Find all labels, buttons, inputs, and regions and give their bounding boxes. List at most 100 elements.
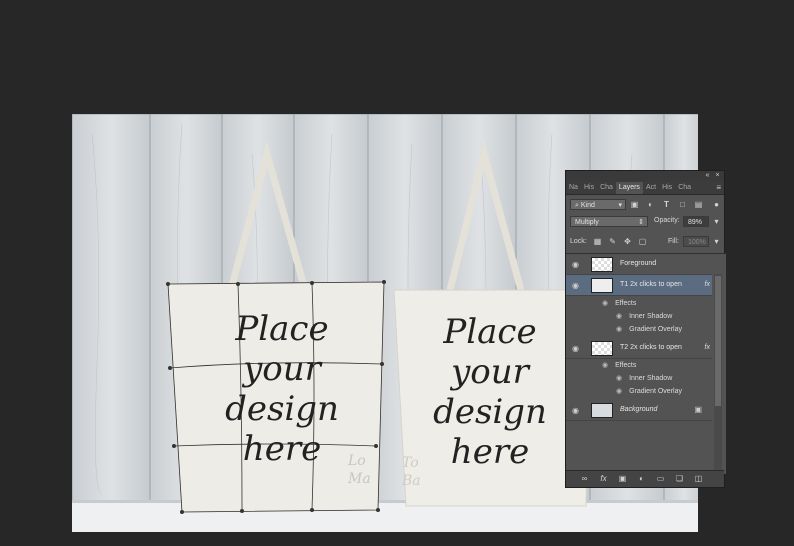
opacity-label: Opacity:: [654, 217, 680, 224]
layer-t2[interactable]: ◉ T2 2x clicks to open fx: [566, 338, 712, 359]
filter-adjustment-icon[interactable]: ◐: [646, 200, 655, 209]
eye-icon[interactable]: ◉: [572, 281, 579, 290]
layer-thumbnail: [591, 403, 613, 418]
collapse-icon[interactable]: «: [703, 171, 712, 180]
text-line: your: [451, 352, 529, 392]
effect-inner-shadow[interactable]: ◉ Inner Shadow: [616, 310, 672, 323]
eye-icon[interactable]: ◉: [616, 375, 622, 382]
tab-channels[interactable]: Cha: [597, 182, 616, 194]
filter-toggle-icon[interactable]: ●: [712, 200, 721, 209]
eye-icon[interactable]: ◉: [616, 326, 622, 333]
effect-label: Gradient Overlay: [629, 388, 682, 395]
folder-icon[interactable]: ▭: [656, 474, 665, 483]
layer-name: T2 2x clicks to open: [620, 344, 682, 351]
scrollbar-thumb[interactable]: [715, 276, 721, 406]
filter-smart-object-icon[interactable]: ▤: [694, 200, 703, 209]
fx-icon[interactable]: fx: [599, 474, 608, 483]
tab-navigator[interactable]: Na: [566, 182, 581, 194]
layer-background[interactable]: ◉ Background ▣: [566, 400, 712, 421]
effects-label: Effects: [615, 362, 637, 369]
lock-icon: ▣: [694, 405, 702, 414]
lock-all-icon[interactable]: ▢: [638, 237, 647, 246]
faint-text: To: [402, 455, 419, 471]
right-bag-faint-text: To Ba: [402, 454, 421, 490]
text-line: Place: [235, 309, 329, 349]
blend-mode-select[interactable]: Multiply ⇕: [570, 216, 648, 227]
faint-text: Lo: [348, 453, 366, 469]
fill-value: 100%: [688, 239, 706, 246]
faint-text: Ma: [348, 471, 371, 487]
tab-history[interactable]: His: [581, 182, 597, 194]
link-icon[interactable]: ∞: [580, 474, 589, 483]
smart-object-thumbnail: [591, 341, 613, 356]
layer-t1[interactable]: ◉ T1 2x clicks to open fx: [566, 275, 712, 296]
trash-icon[interactable]: ◫: [694, 474, 703, 483]
left-bag-text: Place your design here: [182, 309, 382, 469]
layer-name: T1 2x clicks to open: [620, 281, 682, 288]
close-icon[interactable]: ×: [713, 171, 722, 180]
layer-thumbnail: [591, 257, 613, 272]
eye-icon[interactable]: ◉: [616, 388, 622, 395]
opacity-dropdown-icon[interactable]: ▾: [712, 217, 721, 226]
filter-shape-icon[interactable]: □: [678, 200, 687, 209]
eye-icon[interactable]: ◉: [602, 300, 608, 307]
chevron-down-icon: ⇕: [638, 219, 644, 226]
text-line: your: [243, 349, 321, 389]
lock-label: Lock:: [570, 238, 587, 245]
layers-panel: « × Na His Cha Layers Act His Cha ≡ ⌕ Ki…: [565, 170, 726, 488]
effect-gradient-overlay[interactable]: ◉ Gradient Overlay: [616, 323, 682, 336]
effects-row[interactable]: ◉ Effects: [602, 359, 636, 372]
eye-icon[interactable]: ◉: [572, 406, 579, 415]
effects-label: Effects: [615, 300, 637, 307]
layer-foreground[interactable]: ◉ Foreground: [566, 254, 712, 275]
right-bag-text: Place your design here: [390, 312, 590, 472]
tab-actions[interactable]: Act: [643, 182, 659, 194]
effect-label: Gradient Overlay: [629, 326, 682, 333]
chevron-down-icon: ▾: [618, 202, 622, 209]
eye-icon[interactable]: ◉: [602, 362, 608, 369]
eye-icon[interactable]: ◉: [572, 260, 579, 269]
panel-tabs: Na His Cha Layers Act His Cha ≡: [566, 181, 724, 195]
panel-title-bar[interactable]: « ×: [566, 171, 724, 181]
filter-kind-select[interactable]: ⌕ Kind ▾: [570, 199, 626, 210]
fill-field[interactable]: 100%: [683, 236, 709, 247]
eye-icon[interactable]: ◉: [616, 313, 622, 320]
tab-layers[interactable]: Layers: [615, 182, 643, 194]
fx-icon[interactable]: fx: [705, 344, 710, 351]
left-bag-faint-text: Lo Ma: [348, 452, 371, 488]
layer-name: Foreground: [620, 260, 657, 267]
opacity-field[interactable]: 89%: [683, 216, 709, 227]
effect-gradient-overlay[interactable]: ◉ Gradient Overlay: [616, 385, 682, 398]
search-icon: ⌕: [575, 202, 579, 209]
text-line: design: [225, 389, 339, 429]
smart-object-thumbnail: [591, 278, 613, 293]
eye-icon[interactable]: ◉: [572, 344, 579, 353]
text-line: design: [433, 392, 547, 432]
text-line: Place: [443, 312, 537, 352]
lock-position-icon[interactable]: ✥: [623, 237, 632, 246]
effect-label: Inner Shadow: [629, 313, 673, 320]
fill-label: Fill:: [668, 238, 679, 245]
tab-character[interactable]: Cha: [675, 182, 694, 194]
filter-pixel-icon[interactable]: ▣: [630, 200, 639, 209]
panel-footer: ∞ fx ▣ ◐ ▭ ❏ ◫: [566, 470, 724, 487]
fill-dropdown-icon[interactable]: ▾: [712, 237, 721, 246]
opacity-value: 89%: [688, 219, 703, 226]
mask-icon[interactable]: ▣: [618, 474, 627, 483]
tab-history-2[interactable]: His: [659, 182, 675, 194]
filter-type-icon[interactable]: T: [662, 200, 671, 209]
layers-scrollbar[interactable]: [714, 274, 722, 474]
adjustment-icon[interactable]: ◐: [637, 474, 646, 483]
lock-transparent-icon[interactable]: ▦: [593, 237, 602, 246]
kind-label: Kind: [580, 202, 595, 209]
effects-row[interactable]: ◉ Effects: [602, 297, 636, 310]
new-layer-icon[interactable]: ❏: [675, 474, 684, 483]
effect-inner-shadow[interactable]: ◉ Inner Shadow: [616, 372, 672, 385]
lock-image-icon[interactable]: ✎: [608, 237, 617, 246]
layer-name: Background: [620, 406, 658, 413]
blend-mode-value: Multiply: [575, 219, 599, 226]
fx-icon[interactable]: fx: [705, 281, 710, 288]
layer-list: ◉ Foreground ◉ T1 2x clicks to open fx ◉…: [566, 253, 726, 474]
effect-label: Inner Shadow: [629, 375, 673, 382]
panel-menu-icon[interactable]: ≡: [716, 182, 724, 194]
